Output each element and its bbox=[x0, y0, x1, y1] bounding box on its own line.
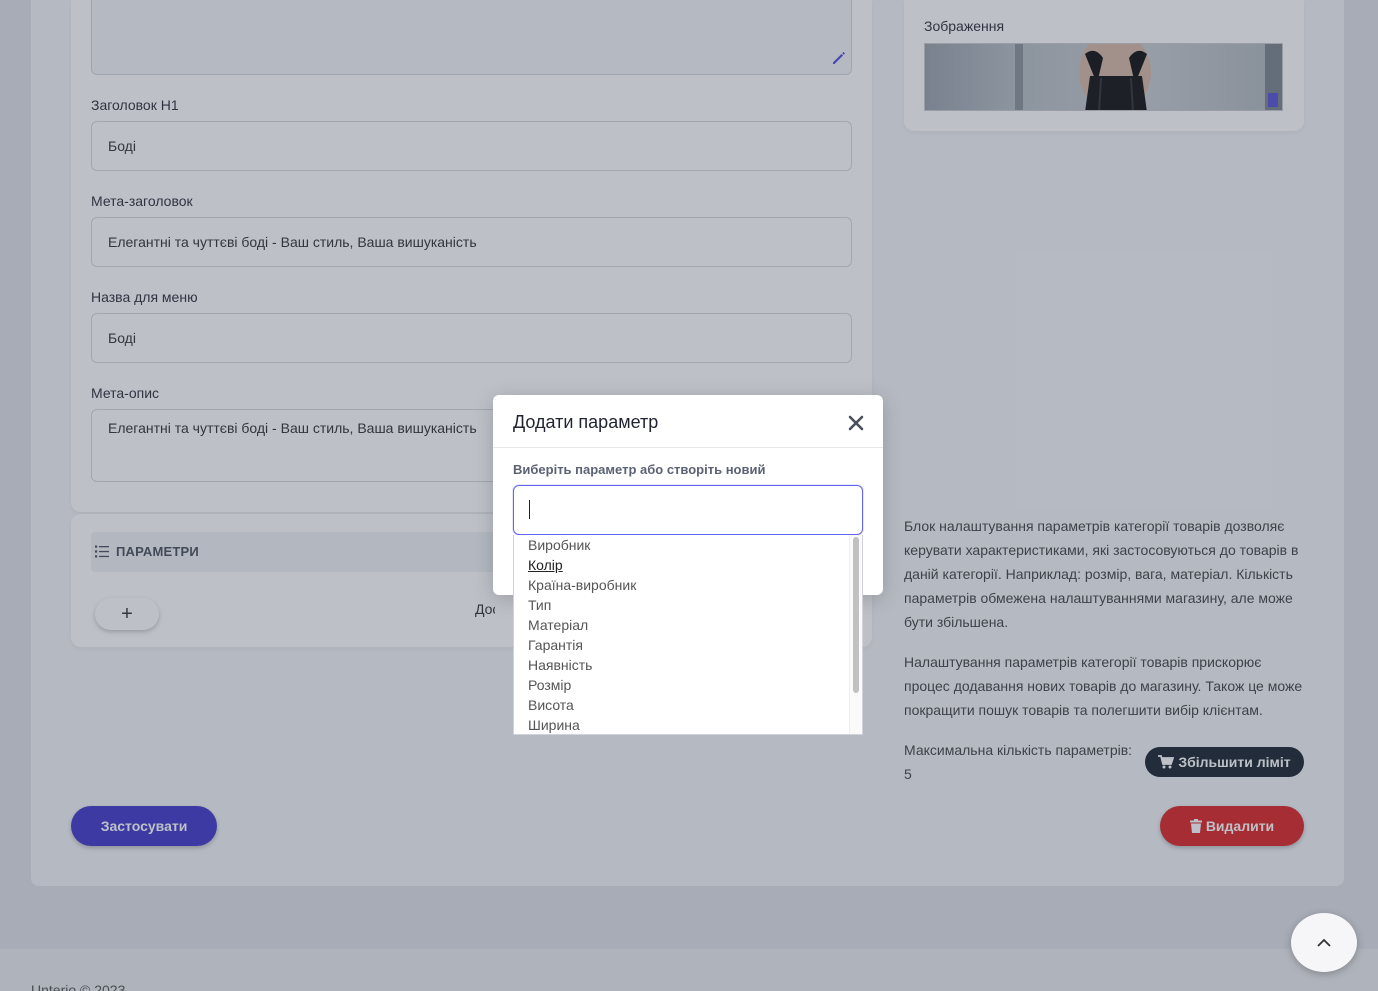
dropdown-option[interactable]: Наявність bbox=[528, 655, 592, 675]
dropdown-scrollbar-thumb[interactable] bbox=[853, 537, 859, 693]
dropdown-option[interactable]: Колір bbox=[528, 555, 563, 575]
parameter-dropdown[interactable]: Виробник Колір Країна-виробник Тип Матер… bbox=[513, 535, 863, 735]
dropdown-option[interactable]: Розмір bbox=[528, 675, 571, 695]
dropdown-option[interactable]: Тип bbox=[528, 595, 551, 615]
parameter-search-input[interactable] bbox=[513, 485, 863, 535]
modal-divider bbox=[493, 447, 883, 448]
text-caret bbox=[529, 500, 530, 519]
dropdown-option[interactable]: Країна-виробник bbox=[528, 575, 636, 595]
parameter-select-label: Виберіть параметр або створіть новий bbox=[513, 462, 766, 477]
modal-title: Додати параметр bbox=[513, 412, 659, 432]
dropdown-option[interactable]: Матеріал bbox=[528, 615, 588, 635]
scroll-to-top-button[interactable] bbox=[1291, 913, 1357, 972]
dropdown-option[interactable]: Висота bbox=[528, 695, 574, 715]
close-icon[interactable] bbox=[847, 414, 865, 432]
dropdown-option[interactable]: Гарантія bbox=[528, 635, 583, 655]
chevron-up-icon bbox=[1317, 938, 1331, 947]
dropdown-option[interactable]: Виробник bbox=[528, 535, 590, 555]
dropdown-option[interactable]: Ширина bbox=[528, 715, 580, 734]
